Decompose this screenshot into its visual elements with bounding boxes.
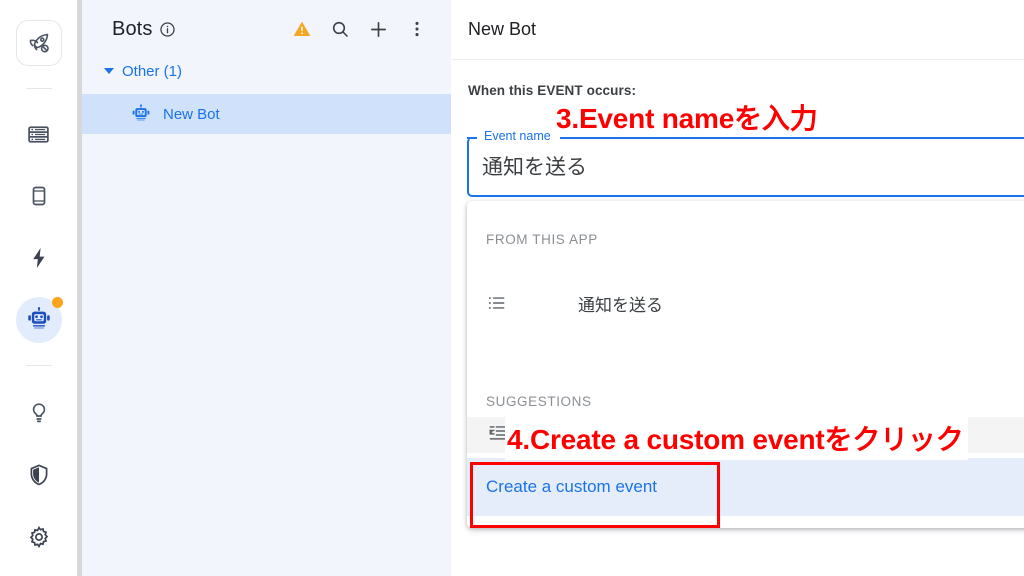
dropdown-item-existing-event[interactable]: 通知を送る	[467, 280, 1024, 326]
lightbulb-icon	[27, 401, 51, 425]
rail-item-launch[interactable]	[15, 20, 62, 66]
left-icon-rail	[0, 0, 77, 576]
bots-header-actions	[292, 19, 427, 40]
event-name-field[interactable]: Event name 通知を送る	[467, 128, 1024, 197]
event-name-input[interactable]: 通知を送る	[482, 151, 587, 181]
event-name-label: Event name	[481, 128, 554, 144]
rail-item-automations[interactable]	[16, 235, 62, 281]
lightning-icon	[27, 246, 51, 270]
bot-list-item-new-bot[interactable]: New Bot	[82, 94, 451, 134]
rocket-icon	[27, 31, 51, 55]
when-event-occurs-label: When this EVENT occurs:	[468, 83, 637, 98]
bot-list-item-label: New Bot	[163, 105, 220, 123]
shield-icon	[27, 463, 51, 487]
robot-icon	[26, 307, 52, 333]
rail-item-insights[interactable]	[16, 390, 62, 436]
chevron-down-icon	[104, 68, 114, 74]
dropdown-section-suggestions: SUGGESTIONS	[486, 394, 592, 409]
rail-item-bots[interactable]	[15, 297, 63, 343]
bots-panel: Bots Other (1) New Bot	[82, 0, 451, 576]
search-icon[interactable]	[330, 19, 350, 39]
bot-group-other[interactable]: Other (1)	[82, 58, 451, 84]
main-header: New Bot	[451, 0, 1024, 60]
gear-icon	[27, 525, 51, 549]
rail-item-settings[interactable]	[16, 514, 62, 560]
annotation-step-3: 3.Event nameを入力	[556, 103, 818, 134]
dropdown-item-label: 通知を送る	[578, 295, 663, 315]
rail-divider-top	[25, 88, 52, 89]
bots-panel-title: Bots	[112, 17, 153, 40]
bots-panel-header: Bots	[82, 0, 451, 58]
add-icon[interactable]	[368, 19, 389, 40]
mobile-icon	[27, 184, 51, 208]
database-icon	[26, 122, 51, 147]
warning-icon[interactable]	[292, 19, 312, 39]
app-window: Bots Other (1) New Bot New Bot When this…	[0, 0, 1024, 576]
info-icon[interactable]	[159, 21, 176, 38]
rail-item-security[interactable]	[16, 452, 62, 498]
rail-item-data[interactable]	[16, 111, 62, 157]
rail-divider-bottom	[25, 365, 52, 366]
rail-item-interface[interactable]	[16, 173, 62, 219]
notification-badge-dot	[51, 297, 63, 308]
dropdown-section-from-this-app: FROM THIS APP	[486, 232, 598, 247]
more-vert-icon[interactable]	[407, 19, 427, 39]
page-title: New Bot	[468, 19, 537, 39]
annotation-step-4: 4.Create a custom eventをクリック	[505, 417, 968, 460]
annotation-highlight-box	[470, 462, 720, 528]
bot-group-label: Other (1)	[122, 62, 183, 80]
robot-icon	[131, 104, 151, 124]
list-icon	[486, 292, 516, 314]
